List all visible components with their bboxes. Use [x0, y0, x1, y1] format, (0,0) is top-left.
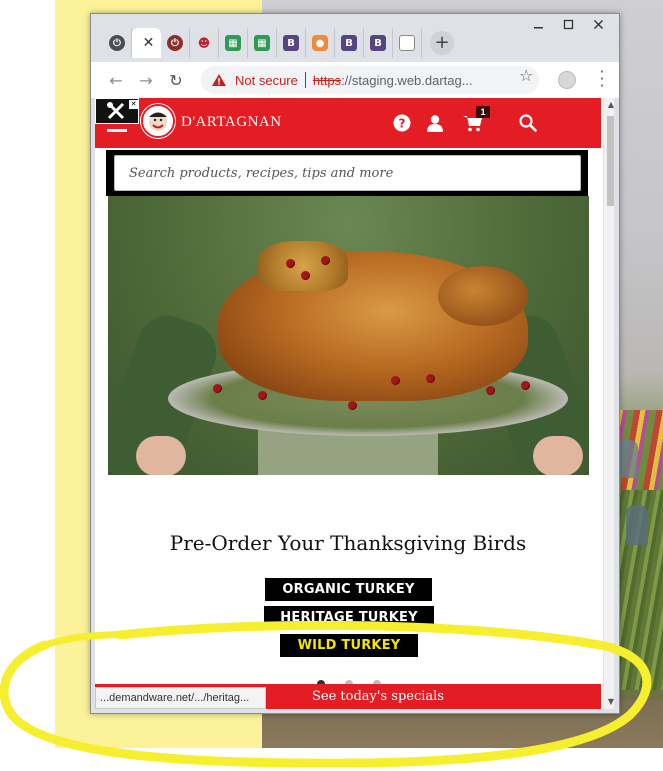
reload-icon: ↻: [169, 70, 183, 90]
chat-icon: ●: [312, 35, 328, 51]
mascot-icon: [149, 112, 167, 131]
sheet-icon: ▦: [254, 35, 270, 51]
user-icon: [427, 115, 443, 132]
search-input[interactable]: Search products, recipes, tips and more: [114, 155, 581, 191]
brand-logo-text[interactable]: D'ARTAGNAN: [181, 114, 282, 131]
b-icon: B: [283, 35, 299, 51]
scroll-down-icon[interactable]: ▼: [607, 698, 614, 706]
arrow-right-icon: →: [139, 70, 153, 90]
reload-button[interactable]: ↻: [161, 65, 191, 95]
cranberry: [348, 401, 357, 410]
site-header: ✕ D'ARTAGNAN ? 1: [95, 98, 601, 148]
cranberry: [521, 381, 530, 390]
cart-count-badge: 1: [476, 106, 490, 118]
tab-list: ⏻ ✕ ⏻ ☻ ▦ ▦ B ● B B +: [103, 28, 454, 58]
hero-hand: [136, 436, 186, 475]
tab[interactable]: ☻: [190, 28, 219, 58]
cranberry: [426, 374, 435, 383]
tools-icon: [107, 102, 125, 120]
organic-turkey-button[interactable]: ORGANIC TURKEY: [265, 578, 432, 601]
help-icon: ?: [393, 114, 411, 132]
forward-button[interactable]: →: [131, 65, 161, 95]
tab[interactable]: ▦: [248, 28, 277, 58]
specials-link[interactable]: See today's specials: [312, 689, 444, 704]
logo-mascot-icon[interactable]: [141, 104, 175, 138]
tab[interactable]: ▦: [219, 28, 248, 58]
tab[interactable]: B: [335, 28, 364, 58]
minimize-button[interactable]: [523, 14, 553, 34]
tab[interactable]: ⏻: [103, 28, 132, 58]
close-icon[interactable]: ✕: [129, 100, 138, 109]
extension-icon[interactable]: [558, 71, 576, 89]
hero-hand: [533, 436, 583, 475]
back-button[interactable]: ←: [101, 65, 131, 95]
hero-image-turkey[interactable]: [108, 196, 589, 475]
not-secure-label[interactable]: Not secure: [235, 73, 298, 88]
maximize-button[interactable]: [553, 14, 583, 34]
promo-title: Pre-Order Your Thanksgiving Birds: [169, 531, 527, 555]
cranberry: [286, 259, 295, 268]
search-icon: [519, 114, 537, 132]
omnibox-divider: [304, 72, 306, 88]
cranberry: [321, 256, 330, 265]
page-scrollbar[interactable]: ▲ ▼: [603, 98, 614, 709]
hero-stuffing: [258, 241, 348, 291]
person-figure: [626, 505, 648, 545]
scroll-up-icon[interactable]: ▲: [607, 101, 614, 109]
tab[interactable]: B: [277, 28, 306, 58]
cranberry: [213, 384, 222, 393]
power-icon: ⏻: [167, 35, 183, 51]
svg-text:?: ?: [399, 117, 406, 131]
cranberry: [301, 271, 310, 280]
person-figure: [618, 440, 638, 478]
scroll-thumb[interactable]: [607, 116, 614, 206]
warning-icon: [212, 74, 226, 86]
url-text: ://staging.web.dartag...: [341, 72, 473, 88]
b-icon: B: [341, 35, 357, 51]
hamburger-icon[interactable]: [107, 129, 127, 132]
browser-window: ⏻ ✕ ⏻ ☻ ▦ ▦ B ● B B + ← → ↻ Not secure h…: [90, 13, 620, 714]
minimize-icon: [533, 26, 543, 28]
new-tab-button[interactable]: +: [430, 31, 454, 55]
cranberry: [391, 376, 400, 385]
wild-turkey-button[interactable]: WILD TURKEY: [280, 634, 418, 657]
close-window-button[interactable]: [583, 14, 613, 34]
close-icon: [593, 19, 603, 29]
account-button[interactable]: [424, 112, 446, 134]
mascot-icon: ☻: [197, 36, 211, 50]
power-icon: ⏻: [109, 35, 125, 51]
devtools-wrench-icon[interactable]: ✕: [95, 98, 139, 124]
sheet-icon: ▦: [225, 35, 241, 51]
hero-turkey-leg: [438, 266, 528, 326]
doc-icon: [399, 35, 415, 51]
window-controls: [523, 14, 613, 34]
tab[interactable]: B: [364, 28, 393, 58]
tab-active[interactable]: ✕: [132, 28, 161, 58]
menu-dots-icon[interactable]: · · ·: [597, 64, 607, 94]
page-viewport: ✕ D'ARTAGNAN ? 1 Search products, recipe…: [95, 98, 614, 709]
desktop-screenshot: ⏻ ✕ ⏻ ☻ ▦ ▦ B ● B B + ← → ↻ Not secure h…: [0, 0, 663, 771]
tab[interactable]: ●: [306, 28, 335, 58]
tab[interactable]: ⏻: [161, 28, 190, 58]
browser-toolbar: ← → ↻ Not secure https ://staging.web.da…: [91, 62, 619, 98]
tab[interactable]: [393, 28, 422, 58]
b-icon: B: [370, 35, 386, 51]
maximize-icon: [563, 19, 573, 29]
arrow-left-icon: ←: [109, 70, 123, 90]
cranberry: [258, 391, 267, 400]
tab-strip: ⏻ ✕ ⏻ ☻ ▦ ▦ B ● B B +: [91, 14, 619, 62]
address-bar[interactable]: Not secure https ://staging.web.dartag..…: [201, 66, 539, 94]
url-scheme: https: [312, 72, 342, 88]
help-button[interactable]: ?: [391, 112, 413, 134]
search-button[interactable]: [517, 112, 539, 134]
close-icon[interactable]: ✕: [143, 35, 155, 51]
cranberry: [486, 386, 495, 395]
bookmark-star-icon[interactable]: ☆: [519, 66, 533, 85]
status-url-bubble: ...demandware.net/.../heritag...: [95, 687, 266, 709]
heritage-turkey-button[interactable]: HERITAGE TURKEY: [264, 606, 434, 629]
